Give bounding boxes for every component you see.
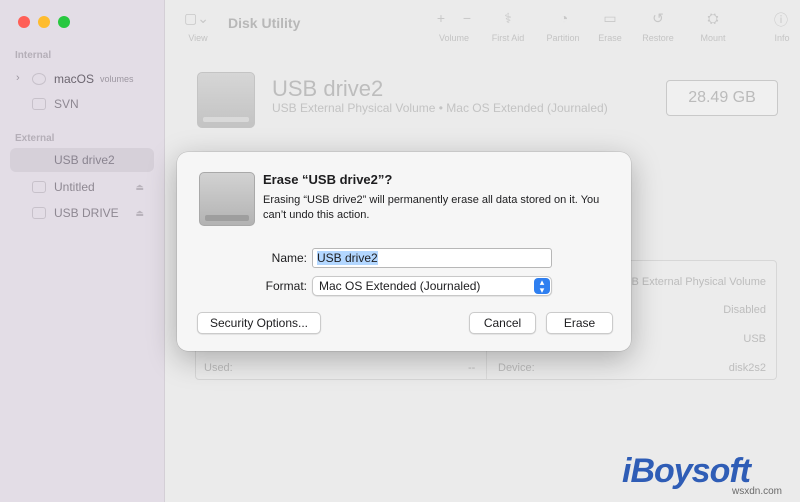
erase-button[interactable]: Erase (546, 312, 613, 334)
drive-subtitle: USB External Physical Volume • Mac OS Ex… (272, 101, 608, 115)
external-disk-icon (197, 72, 255, 128)
partition-icon[interactable]: ◔ (556, 10, 572, 26)
sidebar-item-label: Untitled (54, 180, 95, 194)
sidebar-item-label: USB drive2 (54, 153, 115, 167)
sidebar-item-macos[interactable]: macOS volumes (10, 67, 154, 91)
eject-icon[interactable]: ⏏ (135, 208, 144, 219)
security-options-button[interactable]: Security Options... (197, 312, 321, 334)
mount-icon[interactable]: ⛭ (705, 10, 721, 27)
format-label: Format: (265, 279, 307, 293)
eject-icon[interactable]: ⏏ (135, 182, 144, 193)
sidebar-item-label: SVN (54, 97, 79, 111)
erase-icon[interactable]: ▭ (602, 10, 618, 27)
sidebar-item-untitled[interactable]: Untitled ⏏ (10, 175, 154, 199)
restore-icon[interactable]: ↺ (650, 10, 666, 27)
sidebar-item-svn[interactable]: SVN (10, 92, 154, 116)
format-select-value: Mac OS Extended (Journaled) (319, 279, 481, 293)
erase-dialog: Erase “USB drive2”? Erasing “USB drive2”… (177, 152, 631, 351)
sidebar-heading-external: External (15, 133, 55, 144)
drive-size: 28.49 GB (666, 80, 778, 116)
drive-name: USB drive2 (272, 76, 384, 101)
sidebar-item-usb-drive[interactable]: USB DRIVE ⏏ (10, 201, 154, 225)
connection-value: USB (743, 333, 766, 345)
sidebar-item-usb-drive2[interactable]: USB drive2 (10, 148, 154, 172)
device-label: Device: (498, 362, 535, 374)
zoom-window-button[interactable] (58, 16, 70, 28)
info-icon[interactable]: ⓘ (773, 10, 789, 30)
traffic-lights (18, 16, 70, 28)
sidebar-item-label: USB DRIVE (54, 206, 119, 220)
toolbar-first-aid-label[interactable]: First Aid (478, 33, 538, 43)
sidebar-item-label: macOS (54, 72, 95, 86)
used-label: Used: (204, 362, 233, 374)
disk-utility-window: Internal › macOS volumes SVN External US… (0, 0, 800, 502)
sidebar-item-suffix: volumes (100, 74, 134, 84)
name-field-value: USB drive2 (317, 251, 378, 265)
sidebar-toggle-icon[interactable]: ▢⌄ (184, 10, 209, 27)
remove-volume-icon[interactable]: − (460, 10, 474, 26)
site-watermark: wsxdn.com (732, 486, 783, 497)
sidebar-heading-internal: Internal (15, 50, 52, 61)
window-title: Disk Utility (228, 15, 301, 31)
disk-icon (32, 73, 46, 85)
volume-icon (32, 154, 46, 166)
name-field[interactable]: USB drive2 (312, 248, 552, 268)
toolbar-mount-label[interactable]: Mount (683, 33, 743, 43)
updown-chevron-icon: ▴ ▾ (534, 278, 550, 295)
toolbar-info-label[interactable]: Info (752, 33, 800, 43)
iboysoft-logo: iBoysoft (622, 452, 751, 490)
format-select[interactable]: Mac OS Extended (Journaled) ▴ ▾ (312, 276, 552, 296)
volume-icon (32, 181, 46, 193)
external-disk-icon (199, 172, 255, 226)
first-aid-icon[interactable]: ⚕ (500, 10, 516, 27)
toolbar-restore-label[interactable]: Restore (628, 33, 688, 43)
volume-icon (32, 207, 46, 219)
toolbar-view-label: View (188, 33, 208, 43)
dialog-message: Erasing “USB drive2” will permanently er… (263, 194, 600, 221)
add-volume-icon[interactable]: + (434, 10, 448, 26)
device-value: disk2s2 (728, 362, 766, 374)
dialog-title: Erase “USB drive2”? (263, 172, 393, 187)
owners-value: Disabled (723, 304, 766, 316)
type-value: USB External Physical Volume (616, 276, 766, 288)
minimize-window-button[interactable] (38, 16, 50, 28)
name-label: Name: (271, 251, 307, 265)
toolbar-volume-label[interactable]: Volume (424, 33, 484, 43)
used-value: -- (468, 362, 476, 374)
close-window-button[interactable] (18, 16, 30, 28)
volume-icon (32, 98, 46, 110)
sidebar: Internal › macOS volumes SVN External US… (0, 0, 165, 502)
cancel-button[interactable]: Cancel (469, 312, 536, 334)
